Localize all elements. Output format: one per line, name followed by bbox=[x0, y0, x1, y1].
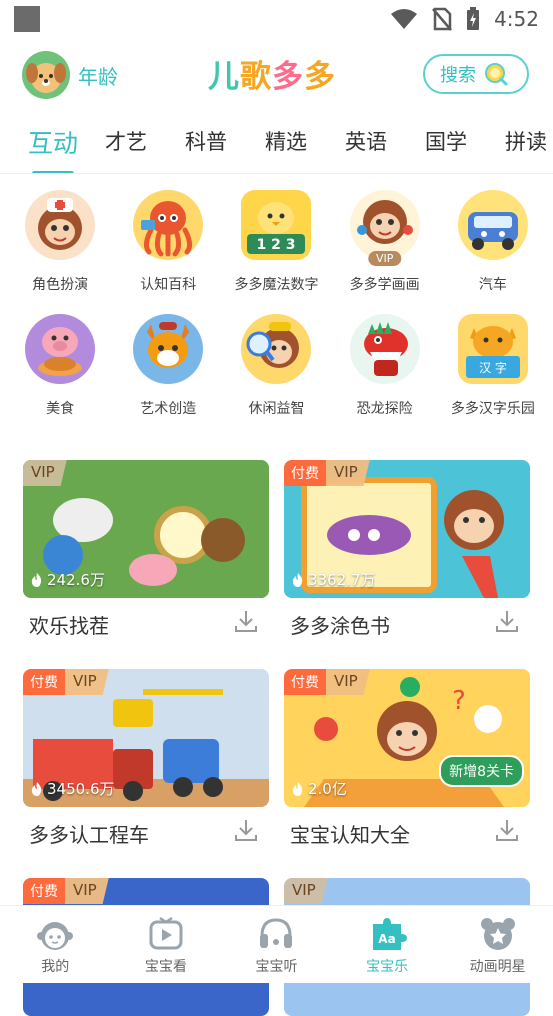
search-icon bbox=[485, 63, 508, 86]
nav-stars[interactable]: 动画明星 bbox=[442, 906, 553, 983]
game-drawing[interactable]: VIP 多多学画画 bbox=[335, 190, 435, 294]
notification-icon bbox=[14, 6, 40, 32]
car-icon bbox=[457, 190, 528, 260]
play-count: 3450.6万 bbox=[31, 778, 115, 799]
flame-icon bbox=[31, 781, 42, 796]
tab-caiyi[interactable]: 才艺 bbox=[105, 120, 147, 173]
game-art[interactable]: 艺术创造 bbox=[118, 314, 218, 418]
tab-hudong[interactable]: 互动 bbox=[28, 120, 78, 173]
header: 年龄 儿歌多多 搜索 bbox=[0, 46, 553, 104]
cat-book-icon: 汉 字 bbox=[457, 314, 528, 384]
music-note-icon bbox=[260, 918, 293, 948]
game-magic-numbers[interactable]: 1 2 3 多多魔法数字 bbox=[226, 190, 326, 294]
play-count: 2.0亿 bbox=[292, 778, 347, 799]
age-avatar[interactable] bbox=[22, 51, 70, 99]
game-chinese-characters[interactable]: 汉 字 多多汉字乐园 bbox=[443, 314, 543, 418]
fox-artist-icon bbox=[133, 314, 204, 384]
card-thumbnail: ? 付费 VIP 新增8关卡 2.0亿 bbox=[284, 669, 530, 807]
flame-icon bbox=[292, 572, 303, 587]
monkey-nurse-icon bbox=[25, 190, 96, 260]
app-logo: 儿歌多多 bbox=[208, 59, 336, 95]
game-food[interactable]: 美食 bbox=[10, 314, 110, 418]
game-cars[interactable]: 汽车 bbox=[443, 190, 543, 294]
category-tabs: 互动 才艺 科普 精选 英语 国学 拼读 bbox=[0, 120, 553, 174]
game-role-play[interactable]: 角色扮演 bbox=[10, 190, 110, 294]
nav-listen[interactable]: 宝宝听 bbox=[221, 906, 332, 983]
svg-text:汉 字: 汉 字 bbox=[479, 360, 507, 375]
vip-pill: VIP bbox=[367, 251, 402, 266]
dinosaur-icon bbox=[349, 314, 420, 384]
nav-play[interactable]: Aa 宝宝乐 bbox=[332, 906, 443, 983]
bear-star-icon bbox=[480, 918, 515, 950]
no-sim-icon bbox=[432, 7, 453, 31]
download-icon[interactable] bbox=[494, 608, 520, 634]
tab-pindu[interactable]: 拼读 bbox=[505, 120, 547, 173]
monkey-painter-icon: VIP bbox=[349, 190, 420, 266]
play-tv-icon bbox=[149, 916, 183, 950]
card-construction-vehicles[interactable]: 付费 VIP 3450.6万 多多认工程车 bbox=[23, 669, 269, 848]
svg-text:Aa: Aa bbox=[378, 932, 395, 946]
search-button[interactable]: 搜索 bbox=[423, 54, 529, 94]
chick-numbers-icon: 1 2 3 bbox=[241, 190, 312, 260]
nav-mine[interactable]: 我的 bbox=[0, 906, 111, 983]
card-baby-cognition[interactable]: ? 付费 VIP 新增8关卡 2.0亿 宝宝认知大全 bbox=[284, 669, 530, 848]
tab-kepu[interactable]: 科普 bbox=[185, 120, 227, 173]
new-levels-badge: 新增8关卡 bbox=[439, 755, 524, 787]
age-label[interactable]: 年龄 bbox=[78, 61, 118, 90]
download-icon[interactable] bbox=[494, 817, 520, 843]
search-label: 搜索 bbox=[440, 65, 476, 86]
nav-watch[interactable]: 宝宝看 bbox=[111, 906, 222, 983]
battery-charging-icon bbox=[467, 7, 480, 30]
game-puzzle[interactable]: 休闲益智 bbox=[226, 314, 326, 418]
wifi-icon bbox=[391, 9, 418, 29]
download-icon[interactable] bbox=[233, 817, 259, 843]
tab-guoxue[interactable]: 国学 bbox=[425, 120, 467, 173]
status-bar: 4:52 bbox=[0, 0, 553, 38]
pig-chef-icon bbox=[25, 314, 96, 384]
tab-jingxuan[interactable]: 精选 bbox=[265, 120, 307, 173]
baby-face-icon bbox=[37, 922, 74, 950]
card-spot-difference[interactable]: VIP 242.6万 欢乐找茬 bbox=[23, 460, 269, 639]
game-dinosaur[interactable]: 恐龙探险 bbox=[335, 314, 435, 418]
octopus-icon bbox=[133, 190, 204, 260]
play-count: 3362.7万 bbox=[292, 569, 376, 590]
download-icon[interactable] bbox=[233, 608, 259, 634]
monkey-magnifier-icon bbox=[241, 314, 312, 384]
play-count: 242.6万 bbox=[31, 569, 105, 590]
game-encyclopedia[interactable]: 认知百科 bbox=[118, 190, 218, 294]
card-coloring-book[interactable]: 付费 VIP 3362.7万 多多涂色书 bbox=[284, 460, 530, 639]
card-thumbnail: 付费 VIP 3450.6万 bbox=[23, 669, 269, 807]
card-thumbnail: 付费 VIP 3362.7万 bbox=[284, 460, 530, 598]
game-grid: 角色扮演 认知百科 1 2 3 多多魔法数字 VIP 多多学画画 汽车 美食 艺… bbox=[0, 190, 553, 438]
flame-icon bbox=[31, 572, 42, 587]
tab-yingyu[interactable]: 英语 bbox=[345, 120, 387, 173]
puppy-icon bbox=[26, 63, 66, 93]
clock: 4:52 bbox=[494, 7, 539, 31]
card-thumbnail: VIP 242.6万 bbox=[23, 460, 269, 598]
bottom-nav: 我的 宝宝看 宝宝听 Aa 宝宝乐 动画明星 bbox=[0, 905, 553, 983]
puzzle-aa-icon: Aa bbox=[373, 918, 408, 950]
svg-text:?: ? bbox=[452, 686, 466, 716]
svg-text:1 2 3: 1 2 3 bbox=[257, 237, 296, 253]
flame-icon bbox=[292, 781, 303, 796]
